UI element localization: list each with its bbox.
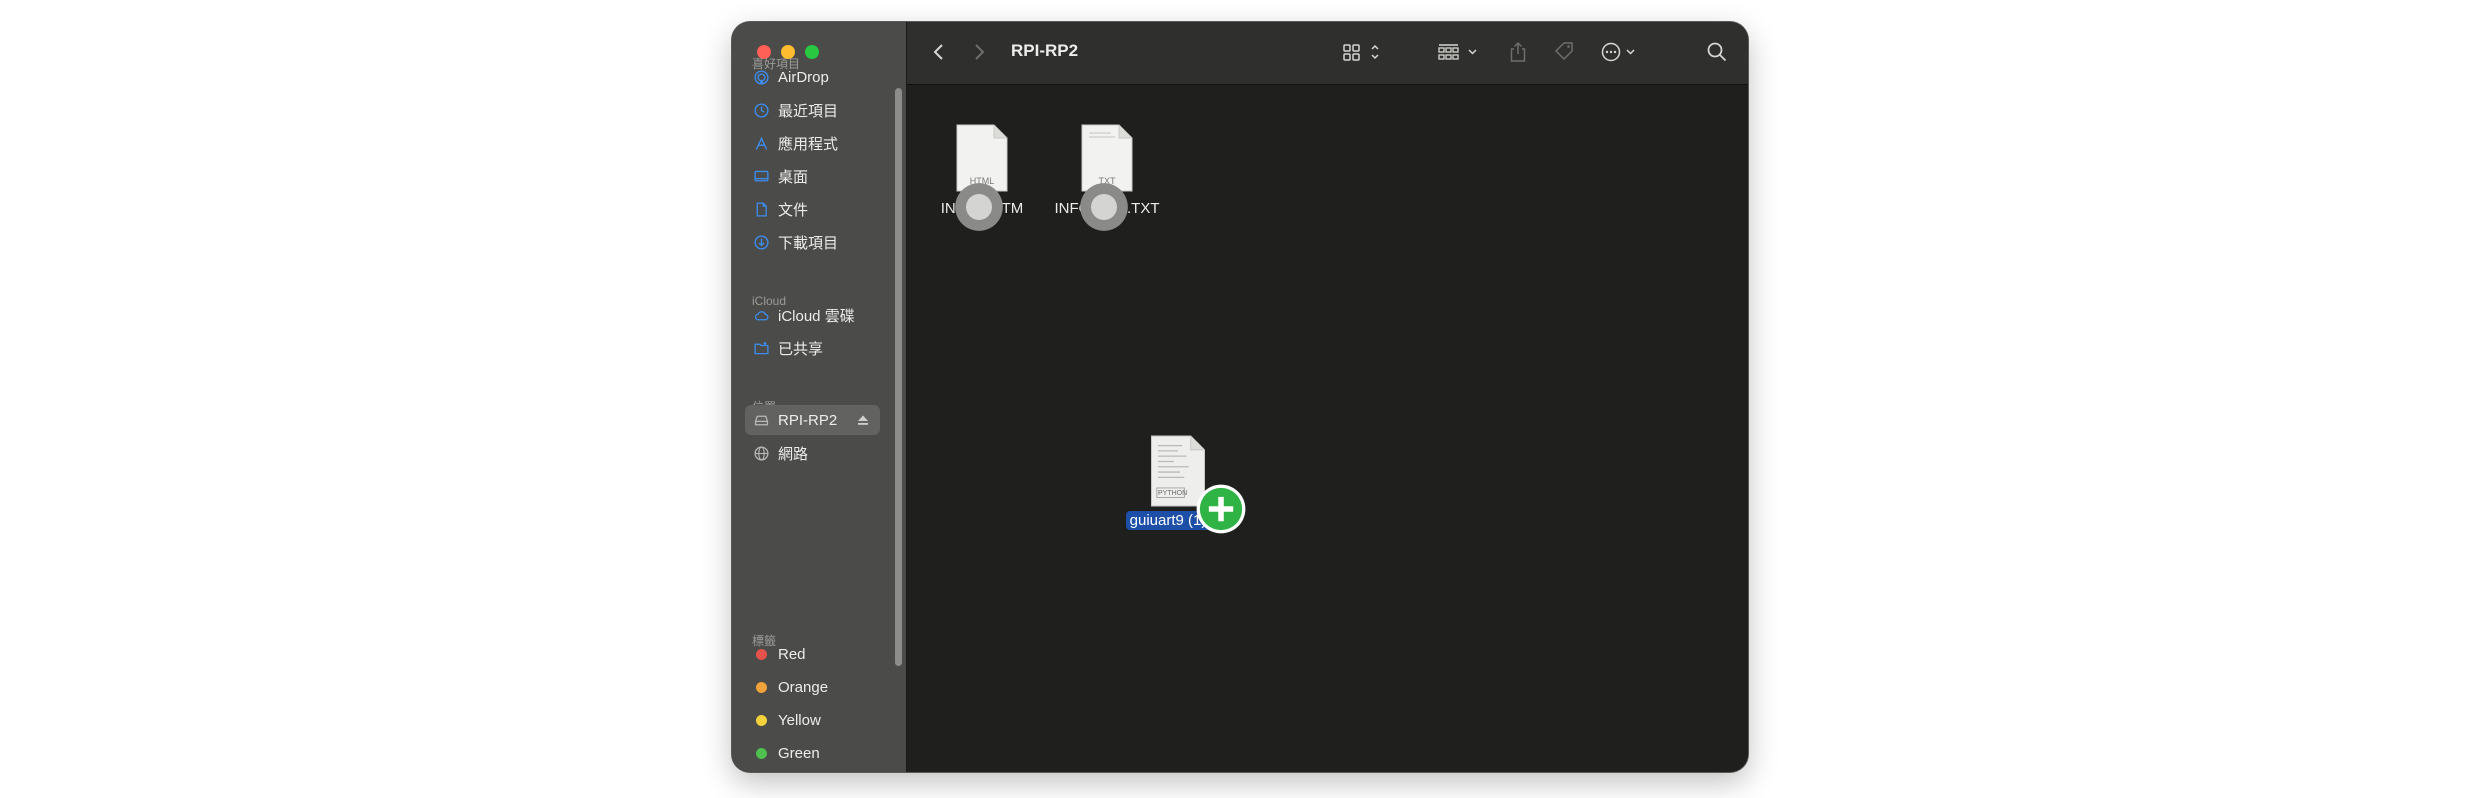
group-grid-icon [1438,44,1477,60]
sidebar-item-label: 應用程式 [778,135,839,153]
text-file-icon: TXT [1080,124,1133,231]
shared-folder-icon [752,339,770,357]
sidebar-item-rpi-rp2[interactable]: RPI-RP2 [745,405,880,435]
sidebar-item-label: Orange [778,678,829,696]
toolbar: RPI-RP2 [907,22,1748,85]
sidebar: 喜好項目 AirDrop 最近項目 應用程式 桌面 文件 下載項目 iCloud… [732,22,907,772]
html-file-icon: HTML [955,124,1008,231]
sidebar-item-tag-yellow[interactable]: Yellow [745,705,880,735]
sidebar-item-label: 文件 [778,201,809,219]
chevron-left-icon [933,44,943,60]
sidebar-item-label: RPI-RP2 [778,411,838,429]
sidebar-item-tag-red[interactable]: Red [745,639,880,669]
more-actions-button[interactable] [1600,41,1642,63]
document-icon [752,200,770,218]
sidebar-item-label: 最近項目 [778,102,839,120]
cloud-icon [752,306,770,324]
tag-icon [1554,42,1573,61]
desktop-icon [752,167,770,185]
sidebar-item-recents[interactable]: 最近項目 [745,95,880,125]
tag-dot-icon [752,711,770,729]
add-copy-icon [1196,484,1246,534]
sidebar-item-label: iCloud 雲碟 [778,307,855,325]
dragged-file-item[interactable]: PYTHON guiuart9 (1).py [1123,435,1246,534]
sidebar-item-label: AirDrop [778,68,829,86]
sidebar-item-documents[interactable]: 文件 [745,194,880,224]
drive-icon [752,411,770,429]
group-by-button[interactable] [1438,41,1482,63]
share-icon [1510,41,1526,62]
sidebar-item-downloads[interactable]: 下載項目 [745,227,880,257]
sidebar-item-label: 桌面 [778,168,809,186]
window-title: RPI-RP2 [1011,41,1079,60]
file-item-index-htm[interactable]: HTML INDEX.HTM [933,124,1031,231]
sidebar-item-icloud-drive[interactable]: iCloud 雲碟 [745,300,880,330]
back-button[interactable] [931,41,947,63]
sidebar-item-shared[interactable]: 已共享 [745,333,880,363]
view-mode-button[interactable] [1343,41,1383,63]
sidebar-item-tag-green[interactable]: Green [745,738,880,768]
sidebar-item-label: 網路 [778,445,809,463]
sidebar-item-label: Red [778,645,806,663]
sidebar-item-network[interactable]: 網路 [745,438,880,468]
ellipsis-circle-icon [1601,42,1635,62]
download-icon [752,233,770,251]
sidebar-item-label: 已共享 [778,340,824,358]
tag-dot-icon [752,744,770,762]
alias-badge-icon [1080,183,1128,231]
sidebar-item-label: 下載項目 [778,234,839,252]
sidebar-item-label: Green [778,744,820,762]
alias-badge-icon [955,183,1003,231]
globe-icon [752,444,770,462]
tag-dot-icon [752,645,770,663]
sidebar-item-desktop[interactable]: 桌面 [745,161,880,191]
sidebar-item-label: Yellow [778,711,821,729]
tag-dot-icon [752,678,770,696]
zoom-window-button[interactable] [805,45,819,59]
file-browser-area[interactable]: HTML INDEX.HTM TXT INFO_UF2.TXT P [907,85,1748,772]
search-button[interactable] [1706,41,1728,63]
search-icon [1707,42,1727,62]
share-button[interactable] [1508,41,1528,63]
airdrop-icon [752,68,770,86]
sidebar-scrollbar[interactable] [895,88,902,666]
forward-button[interactable] [971,41,987,63]
chevron-right-icon [975,44,985,60]
applications-icon [752,134,770,152]
finder-window: 喜好項目 AirDrop 最近項目 應用程式 桌面 文件 下載項目 iCloud… [732,22,1748,772]
eject-icon[interactable] [856,413,870,427]
sidebar-item-applications[interactable]: 應用程式 [745,128,880,158]
python-file-icon: PYTHON [1150,435,1246,534]
file-item-info-uf2-txt[interactable]: TXT INFO_UF2.TXT [1051,124,1163,231]
sidebar-item-airdrop[interactable]: AirDrop [745,62,880,92]
clock-icon [752,101,770,119]
tag-button[interactable] [1553,41,1575,63]
sidebar-item-tag-orange[interactable]: Orange [745,672,880,702]
icon-view-icon [1343,44,1379,61]
